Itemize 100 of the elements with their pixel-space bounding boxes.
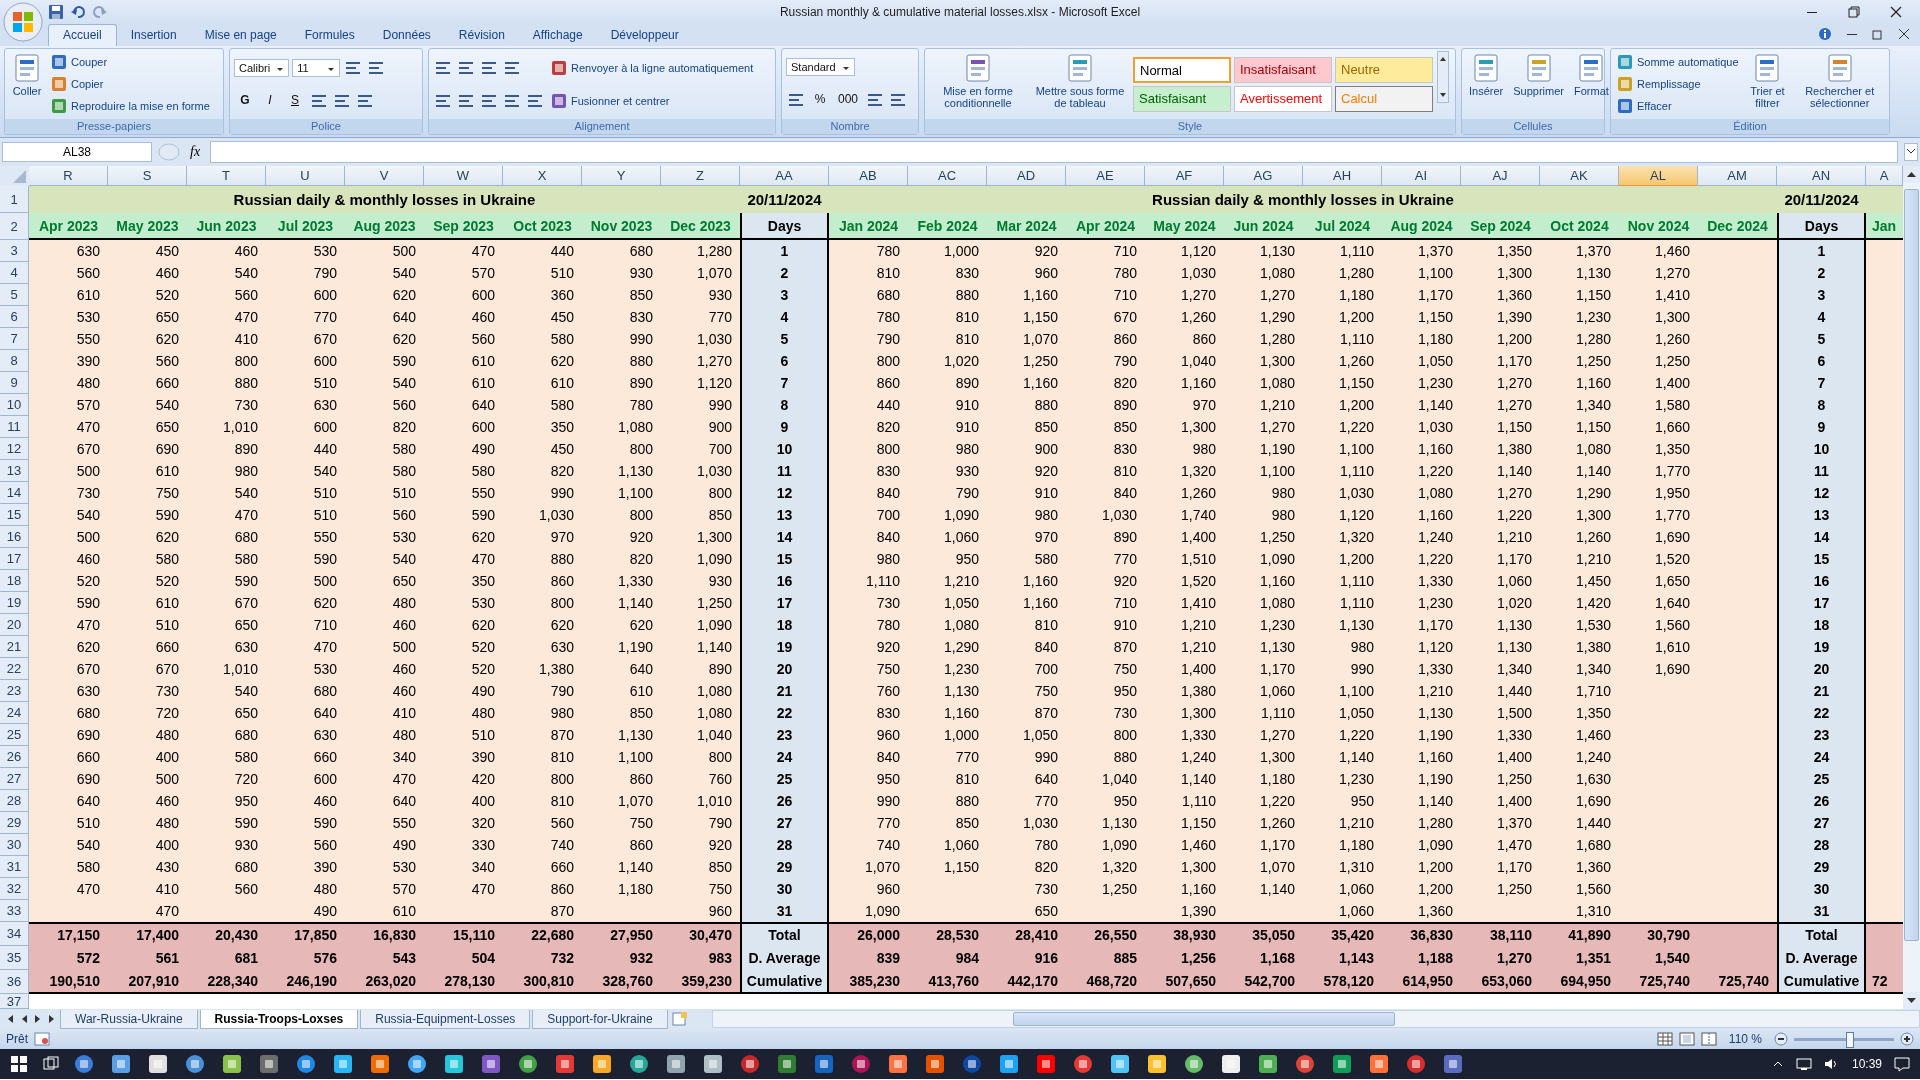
row-header[interactable]: 23	[0, 680, 29, 702]
column-header[interactable]: AC	[908, 166, 987, 186]
ribbon-tab[interactable]: Accueil	[48, 24, 117, 46]
macro-icon[interactable]	[34, 1032, 50, 1046]
sheet-tab[interactable]: Support-for-Ukraine	[532, 1009, 668, 1029]
app-icon[interactable]	[851, 1054, 871, 1074]
ribbon-button[interactable]: Somme automatique	[1615, 53, 1741, 71]
app-icon[interactable]	[148, 1054, 168, 1074]
column-header[interactable]: AD	[987, 166, 1066, 186]
row-header[interactable]: 17	[0, 548, 29, 570]
cell-style[interactable]: Avertissement	[1234, 85, 1332, 112]
column-header[interactable]: AE	[1066, 166, 1145, 186]
ribbon-tab[interactable]: Mise en page	[190, 25, 291, 46]
column-header[interactable]: AH	[1303, 166, 1382, 186]
row-header[interactable]: 36	[0, 970, 29, 994]
row-header[interactable]: 11	[0, 416, 29, 438]
ribbon-tab[interactable]: Développeur	[596, 25, 693, 46]
app-icon[interactable]	[1073, 1054, 1093, 1074]
column-header[interactable]: AK	[1540, 166, 1619, 186]
zoom-in-icon[interactable]	[1900, 1032, 1914, 1046]
app-icon[interactable]	[370, 1054, 390, 1074]
row-header[interactable]: 9	[0, 372, 29, 394]
save-icon[interactable]	[48, 4, 64, 20]
app-icon[interactable]	[333, 1054, 353, 1074]
column-header[interactable]: AL	[1619, 166, 1698, 186]
network-icon[interactable]	[1795, 1057, 1812, 1071]
ribbon-button[interactable]: Renvoyer à la ligne automatiquement	[549, 58, 756, 77]
row-header[interactable]: 21	[0, 636, 29, 658]
row-header[interactable]: 6	[0, 306, 29, 328]
app-icon[interactable]	[999, 1054, 1019, 1074]
zoom-level[interactable]: 110 %	[1722, 1032, 1768, 1046]
app-icon[interactable]	[555, 1054, 575, 1074]
dropdown-field[interactable]: 11	[292, 58, 341, 77]
app-icon[interactable]	[777, 1054, 797, 1074]
row-header[interactable]: 33	[0, 900, 29, 922]
app-icon[interactable]	[888, 1054, 908, 1074]
app-icon[interactable]	[703, 1054, 723, 1074]
app-icon[interactable]	[925, 1054, 945, 1074]
column-header[interactable]: X	[503, 166, 582, 186]
dropdown-field[interactable]: Standard	[786, 58, 855, 76]
row-header[interactable]: 7	[0, 328, 29, 350]
ribbon-button[interactable]: Insérer	[1466, 51, 1507, 117]
cell-style[interactable]: Satisfaisant	[1133, 85, 1231, 112]
row-header[interactable]: 25	[0, 724, 29, 746]
scroll-arrows-icon[interactable]	[1437, 51, 1449, 103]
app-icon[interactable]	[962, 1054, 982, 1074]
ribbon-tab[interactable]: Révision	[444, 25, 519, 46]
ribbon-button[interactable]: Couper	[49, 53, 110, 71]
ribbon-button[interactable]: Mise en forme conditionnelle	[929, 51, 1027, 117]
ribbon-button[interactable]: Coller	[9, 51, 45, 117]
column-header[interactable]: S	[108, 166, 187, 186]
number-format-button[interactable]: 000	[834, 90, 863, 110]
row-header[interactable]: 8	[0, 350, 29, 372]
scroll-down-icon[interactable]	[1903, 992, 1920, 1009]
row-header[interactable]: 13	[0, 460, 29, 482]
ribbon-button[interactable]: Reproduire la mise en forme	[49, 97, 212, 115]
app-icon[interactable]	[111, 1054, 131, 1074]
app-icon[interactable]	[666, 1054, 686, 1074]
row-header[interactable]: 3	[0, 240, 29, 262]
column-header[interactable]: T	[187, 166, 266, 186]
scroll-thumb[interactable]	[1904, 189, 1919, 941]
row-header[interactable]: 20	[0, 614, 29, 636]
close-icon[interactable]	[1890, 6, 1902, 18]
undo-icon[interactable]	[70, 4, 86, 20]
column-header[interactable]: AG	[1224, 166, 1303, 186]
app-icon[interactable]	[1110, 1054, 1130, 1074]
ribbon-tab[interactable]: Formules	[290, 25, 369, 46]
ribbon-button[interactable]: Supprimer	[1510, 51, 1567, 117]
row-header[interactable]: 5	[0, 284, 29, 306]
zoom-out-icon[interactable]	[1774, 1032, 1788, 1046]
column-header[interactable]: A	[1866, 166, 1903, 186]
column-header[interactable]: AB	[829, 166, 908, 186]
column-header[interactable]: AF	[1145, 166, 1224, 186]
column-header[interactable]: R	[29, 166, 108, 186]
column-header[interactable]: AN	[1777, 166, 1866, 186]
normal-view-icon[interactable]	[1656, 1032, 1673, 1046]
task-view-icon[interactable]	[42, 1055, 60, 1073]
close-icon[interactable]	[1898, 28, 1910, 40]
ribbon-button[interactable]: Rechercher et sélectionner	[1794, 51, 1885, 117]
slider-thumb[interactable]	[1846, 1031, 1854, 1048]
cell-style[interactable]: Normal	[1133, 56, 1231, 83]
cell-style[interactable]: Neutre	[1335, 56, 1433, 83]
app-icon[interactable]	[296, 1054, 316, 1074]
row-header[interactable]: 4	[0, 262, 29, 284]
row-header[interactable]: 18	[0, 570, 29, 592]
scroll-thumb[interactable]	[1012, 1012, 1395, 1026]
app-icon[interactable]	[518, 1054, 538, 1074]
insert-function-button[interactable]: fx	[186, 144, 205, 160]
row-header[interactable]: 24	[0, 702, 29, 724]
row-header[interactable]: 15	[0, 504, 29, 526]
app-icon[interactable]	[481, 1054, 501, 1074]
app-icon[interactable]	[259, 1054, 279, 1074]
ribbon-button[interactable]: Format	[1571, 51, 1612, 117]
app-icon[interactable]	[74, 1054, 94, 1074]
ribbon-button[interactable]: Mettre sous forme de tableau	[1031, 51, 1129, 117]
ribbon-button[interactable]: Copier	[49, 75, 106, 93]
row-header[interactable]: 10	[0, 394, 29, 416]
app-icon[interactable]	[814, 1054, 834, 1074]
underline-button[interactable]: S	[284, 90, 306, 111]
app-icon[interactable]	[629, 1054, 649, 1074]
